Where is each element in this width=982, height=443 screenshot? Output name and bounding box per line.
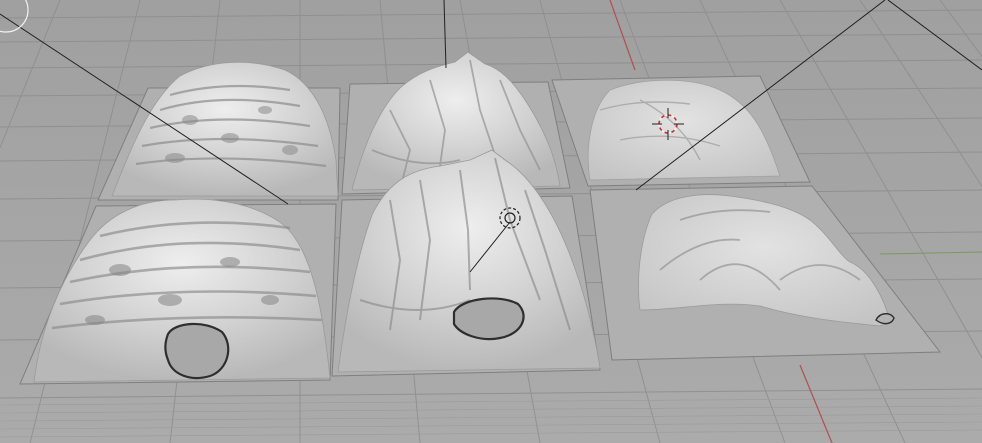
viewport-canvas[interactable]: [0, 0, 982, 443]
3d-viewport[interactable]: [0, 0, 982, 443]
terrain-hole: [452, 297, 525, 341]
terrain-hole: [164, 322, 230, 380]
